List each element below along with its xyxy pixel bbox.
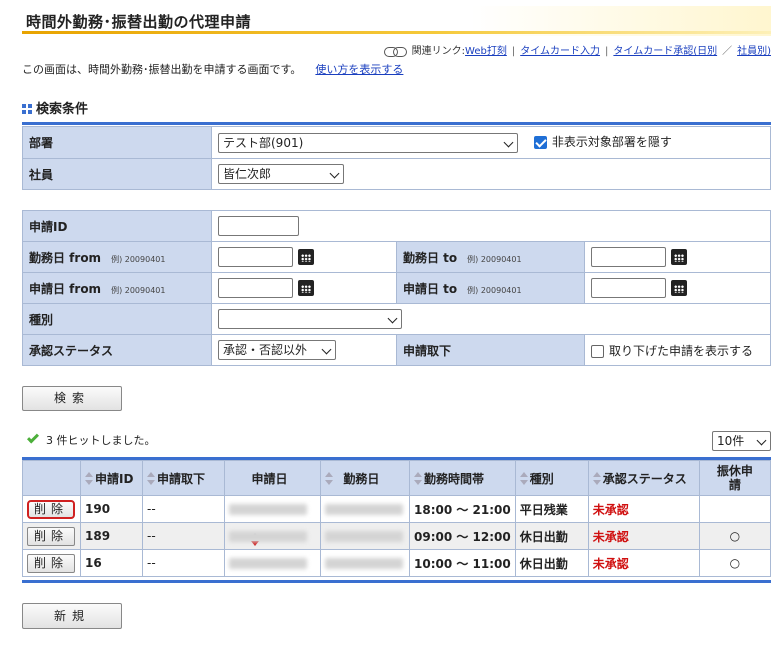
row-furikyu: ○: [698, 549, 772, 577]
sort-icon: [85, 472, 93, 486]
row-furikyu: ○: [698, 522, 772, 550]
appdate-from-label: 申請日 from: [29, 281, 102, 296]
row-app-date-redacted: [224, 522, 321, 550]
workday-to-input[interactable]: [591, 247, 666, 267]
row-app-date-redacted: [224, 495, 321, 523]
page-description: この画面は、時間外勤務･振替出勤を申請する画面です。 使い方を表示する: [22, 63, 404, 76]
table-row: 削除 189 -- 09:00 〜 12:00 休日出勤 未承認 ○: [22, 522, 772, 550]
table-row: 削除 16 -- 10:00 〜 11:00 休日出勤 未承認 ○: [22, 549, 772, 577]
col-app-date[interactable]: 申請日: [224, 460, 321, 546]
link-timecard-approval-daily[interactable]: タイムカード承認(日別: [613, 46, 717, 57]
row-furikyu: [698, 495, 772, 523]
col-work-time[interactable]: 勤務時間帯: [409, 460, 516, 496]
col-furikyu: 振休申請: [698, 460, 772, 496]
workday-to-label: 勤務日 to: [403, 250, 458, 265]
row-work-date-redacted: [320, 522, 410, 550]
search-button[interactable]: 検索: [22, 386, 122, 411]
sort-icon: [147, 472, 155, 486]
calendar-icon[interactable]: [671, 280, 687, 296]
row-work-time: 10:00 〜 11:00: [409, 549, 516, 577]
row-work-time: 09:00 〜 12:00: [409, 522, 516, 550]
hit-count: 3 件ヒットしました。: [26, 431, 156, 448]
row-app-date-redacted: [224, 549, 321, 577]
col-delete: [22, 460, 81, 496]
employee-select[interactable]: 皆仁次郎: [218, 164, 344, 184]
approval-label: 承認ステータス: [22, 334, 212, 366]
new-button[interactable]: 新規: [22, 603, 122, 629]
withdraw-checkbox[interactable]: 取り下げた申請を表示する: [591, 344, 753, 358]
calendar-icon[interactable]: [298, 249, 314, 265]
calendar-icon[interactable]: [671, 249, 687, 265]
search-heading: 検索条件: [22, 98, 88, 117]
col-type[interactable]: 種別: [514, 460, 589, 496]
row-withdraw: --: [142, 549, 225, 577]
row-withdraw: --: [142, 522, 225, 550]
search-form-top: 部署 テスト部(901) 非表示対象部署を隠す 社員 皆仁次郎: [22, 126, 771, 190]
delete-button[interactable]: 削除: [27, 499, 75, 519]
hide-dept-checkbox[interactable]: 非表示対象部署を隠す: [533, 135, 672, 149]
page-title: 時間外勤務･振替出勤の代理申請: [26, 13, 252, 31]
table-row: 削除 190 -- 18:00 〜 21:00 平日残業 未承認: [22, 495, 772, 523]
row-type: 平日残業: [514, 495, 589, 523]
row-type: 休日出勤: [514, 549, 589, 577]
sort-icon: [325, 472, 333, 486]
page-title-bar: 時間外勤務･振替出勤の代理申請: [22, 6, 771, 36]
related-links: 関連リンク:Web打刻 | タイムカード入力 | タイムカード承認(日別／社員別): [383, 42, 771, 57]
col-work-date[interactable]: 勤務日: [320, 460, 410, 496]
app-id-label: 申請ID: [22, 210, 212, 242]
calendar-icon[interactable]: [298, 280, 314, 296]
page-size-select[interactable]: 10件: [712, 431, 771, 451]
search-form-detail: 申請ID 勤務日 from 例) 20090401 勤務日 to 例) 200904…: [22, 210, 771, 366]
dept-label: 部署: [22, 126, 212, 159]
appdate-to-label: 申請日 to: [403, 281, 458, 296]
link-web-dakoku[interactable]: Web打刻: [465, 46, 507, 57]
col-status[interactable]: 承認ステータス: [587, 460, 700, 496]
dept-select[interactable]: テスト部(901): [218, 132, 518, 153]
type-label: 種別: [22, 303, 212, 335]
appdate-to-input[interactable]: [591, 278, 666, 298]
check-icon: [26, 431, 40, 444]
row-app-id: 189: [80, 522, 143, 550]
checkbox-unchecked-icon: [591, 344, 604, 358]
howto-link[interactable]: 使い方を表示する: [315, 63, 403, 76]
col-app-id[interactable]: 申請ID: [80, 460, 143, 496]
checkbox-checked-icon: [533, 136, 547, 149]
sort-icon: [519, 472, 528, 486]
appdate-from-input[interactable]: [218, 278, 293, 298]
workday-from-input[interactable]: [218, 247, 293, 267]
section-squares-icon: [22, 104, 32, 114]
link-timecard-approval-employee[interactable]: 社員別): [737, 46, 771, 57]
row-status: 未承認: [587, 522, 700, 550]
col-withdraw[interactable]: 申請取下: [142, 460, 225, 496]
link-timecard-input[interactable]: タイムカード入力: [520, 46, 600, 57]
row-type: 休日出勤: [514, 522, 589, 550]
delete-button[interactable]: 削除: [27, 526, 75, 546]
row-app-id: 16: [80, 549, 143, 577]
app-id-input[interactable]: [218, 216, 299, 236]
type-select[interactable]: [218, 309, 402, 329]
withdraw-label: 申請取下: [396, 334, 585, 366]
row-app-id: 190: [80, 495, 143, 523]
dept-cell: テスト部(901) 非表示対象部署を隠す: [211, 126, 771, 159]
results-table: 申請ID 申請取下 申請日 勤務日 勤務時間帯 種別 承認ステータス 振休申請 …: [22, 460, 772, 577]
link-chain-icon: [383, 47, 407, 57]
row-work-time: 18:00 〜 21:00: [409, 495, 516, 523]
row-work-date-redacted: [320, 549, 410, 577]
approval-select[interactable]: 承認・否認以外: [218, 340, 336, 360]
employee-label: 社員: [22, 158, 212, 190]
sort-icon: [592, 472, 601, 486]
row-status: 未承認: [587, 549, 700, 577]
row-status: 未承認: [587, 495, 700, 523]
row-withdraw: --: [142, 495, 225, 523]
delete-button[interactable]: 削除: [27, 553, 75, 573]
row-work-date-redacted: [320, 495, 410, 523]
workday-from-label: 勤務日 from: [29, 250, 102, 265]
sort-icon: [414, 472, 422, 486]
